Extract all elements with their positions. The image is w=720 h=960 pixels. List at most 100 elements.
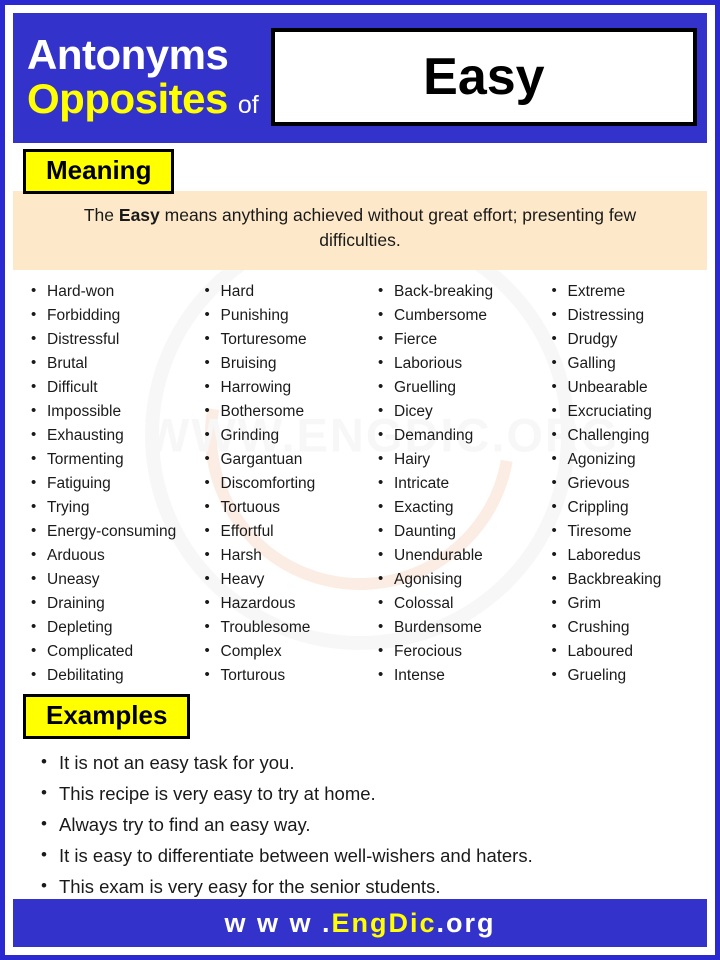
list-item: Extreme [552,279,708,304]
list-item: Complex [205,639,361,664]
meaning-section: Meaning The Easy means anything achieved… [13,149,707,270]
list-item: Torturesome [205,327,361,352]
list-item: Hard [205,279,361,304]
list-item: Harrowing [205,375,361,400]
list-item: Laborious [378,351,534,376]
list-item: Dicey [378,399,534,424]
list-item: Laboredus [552,543,708,568]
footer-url-suffix: .org [436,907,496,938]
headword-box: Easy [270,28,697,126]
poster-page: WWW.ENGDIC.ORG Antonyms Opposites of Eas… [0,0,720,960]
meaning-label: Meaning [23,149,175,194]
title-of: of [237,91,259,119]
list-item: Bruising [205,351,361,376]
list-item: Distressful [31,327,187,352]
list-item: Arduous [31,543,187,568]
meaning-text-after: means anything achieved without great ef… [159,205,637,251]
list-item: Intricate [378,471,534,496]
title-opposites: Opposites [27,75,228,122]
list-item: Drudgy [552,327,708,352]
list-item: Back-breaking [378,279,534,304]
list-item: Agonising [378,567,534,592]
list-item: Gruelling [378,375,534,400]
example-item: It is not an easy task for you. [41,746,707,778]
list-item: Agonizing [552,447,708,472]
list-item: Ferocious [378,639,534,664]
header-title-block: Antonyms Opposites of [27,30,259,122]
list-item: Cumbersome [378,303,534,328]
list-item: Colossal [378,591,534,616]
examples-section: Examples It is not an easy task for you.… [13,693,707,902]
example-item: This recipe is very easy to try at home. [41,777,707,809]
examples-list: It is not an easy task for you. This rec… [13,746,707,902]
list-item: Galling [552,351,708,376]
list-item: Hairy [378,447,534,472]
list-item: Grueling [552,663,708,688]
list-item: Hard-won [31,279,187,304]
list-item: Intense [378,663,534,688]
list-item: Excruciating [552,399,708,424]
list-item: Crippling [552,495,708,520]
footer-bar: w w w . EngDic .org [13,899,707,947]
list-item: Impossible [31,399,187,424]
list-item: Bothersome [205,399,361,424]
poster-header: Antonyms Opposites of Easy [13,13,707,143]
list-item: Distressing [552,303,708,328]
list-item: Troublesome [205,615,361,640]
list-item: Backbreaking [552,567,708,592]
footer-url-prefix: w w w . [224,907,332,938]
list-item: Harsh [205,543,361,568]
footer-url-brand: EngDic [331,907,437,938]
list-item: Tortuous [205,495,361,520]
title-row-two: Opposites of [27,75,259,122]
list-item: Punishing [205,303,361,328]
list-item: Torturous [205,663,361,688]
example-item: It is easy to differentiate between well… [41,839,707,871]
list-item: Unbearable [552,375,708,400]
antonyms-list-4: Extreme Distressing Drudgy Galling Unbea… [538,279,708,688]
list-item: Tiresome [552,519,708,544]
list-item: Debilitating [31,663,187,688]
list-item: Tormenting [31,447,187,472]
list-item: Laboured [552,639,708,664]
list-item: Daunting [378,519,534,544]
list-item: Energy-consuming [31,519,187,544]
list-item: Fatiguing [31,471,187,496]
antonyms-list-2: Hard Punishing Torturesome Bruising Harr… [191,279,361,688]
example-item: This exam is very easy for the senior st… [41,870,707,902]
list-item: Effortful [205,519,361,544]
example-item: Always try to find an easy way. [41,808,707,840]
antonyms-list-3: Back-breaking Cumbersome Fierce Laboriou… [364,279,534,688]
list-item: Gargantuan [205,447,361,472]
list-item: Grim [552,591,708,616]
list-item: Forbidding [31,303,187,328]
meaning-text-bold: Easy [118,205,160,225]
meaning-text-before: The [83,205,119,225]
antonyms-columns: Hard-won Forbidding Distressful Brutal D… [13,279,708,688]
list-item: Burdensome [378,615,534,640]
list-item: Grinding [205,423,361,448]
list-item: Difficult [31,375,187,400]
list-item: Heavy [205,567,361,592]
list-item: Brutal [31,351,187,376]
antonyms-column-1: Hard-won Forbidding Distressful Brutal D… [13,279,187,688]
list-item: Uneasy [31,567,187,592]
antonyms-column-3: Back-breaking Cumbersome Fierce Laboriou… [360,279,534,688]
headword: Easy [423,48,545,106]
antonyms-list-1: Hard-won Forbidding Distressful Brutal D… [17,279,187,688]
title-antonyms: Antonyms [27,30,229,78]
examples-label: Examples [23,693,191,739]
list-item: Exacting [378,495,534,520]
list-item: Discomforting [205,471,361,496]
list-item: Depleting [31,615,187,640]
list-item: Unendurable [378,543,534,568]
list-item: Challenging [552,423,708,448]
list-item: Crushing [552,615,708,640]
antonyms-column-2: Hard Punishing Torturesome Bruising Harr… [187,279,361,688]
list-item: Trying [31,495,187,520]
list-item: Demanding [378,423,534,448]
list-item: Exhausting [31,423,187,448]
meaning-text-box: The Easy means anything achieved without… [13,191,707,270]
list-item: Fierce [378,327,534,352]
antonyms-column-4: Extreme Distressing Drudgy Galling Unbea… [534,279,708,688]
